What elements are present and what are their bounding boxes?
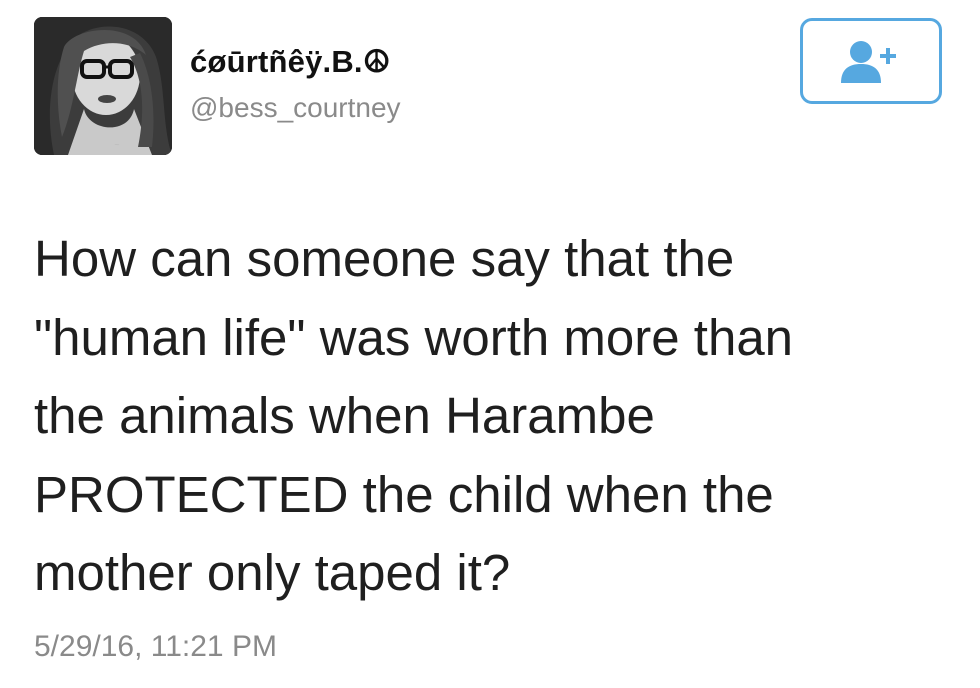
tweet-text-line: mother only taped it? xyxy=(34,544,511,601)
avatar-photo: ~ xyxy=(34,17,172,155)
timestamp[interactable]: 5/29/16, 11:21 PM xyxy=(34,630,277,664)
tweet-text-line: How can someone say that the xyxy=(34,230,735,287)
svg-text:~: ~ xyxy=(114,141,120,149)
tweet-text: How can someone say that the "human life… xyxy=(34,220,934,613)
tweet-text-line: the animals when Harambe xyxy=(34,387,655,444)
follow-button[interactable] xyxy=(800,18,942,104)
tweet-text-line: "human life" was worth more than xyxy=(34,308,794,366)
tweet-text-line: PROTECTED the child when the xyxy=(34,465,774,523)
add-user-icon xyxy=(841,41,896,83)
tweet-card: ~ ćøūrtñêÿ.B.☮ @bess_courtney How can so… xyxy=(0,0,980,688)
avatar[interactable]: ~ xyxy=(34,17,172,155)
display-name[interactable]: ćøūrtñêÿ.B.☮ xyxy=(190,44,391,80)
username[interactable]: @bess_courtney xyxy=(190,92,401,124)
